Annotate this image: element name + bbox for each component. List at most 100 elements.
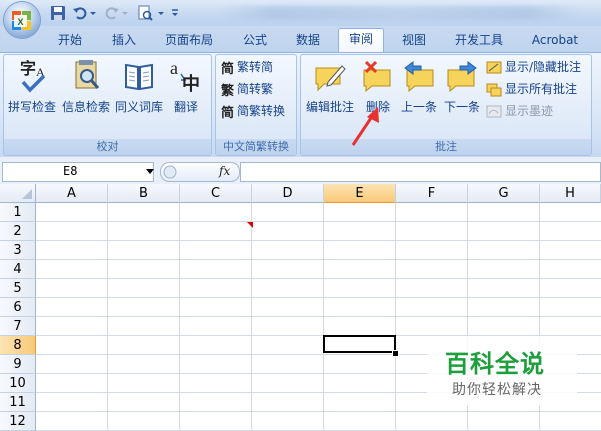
show-ink-button: 显示墨迹 bbox=[486, 102, 553, 120]
svg-text:a: a bbox=[170, 58, 178, 78]
tab-acrobat[interactable]: Acrobat bbox=[525, 30, 585, 52]
simplified-to-traditional-icon: 繁 bbox=[221, 83, 235, 99]
name-box[interactable]: E8 bbox=[2, 162, 154, 182]
tab-developer[interactable]: 开发工具 bbox=[447, 30, 511, 52]
customize-qat-icon[interactable] bbox=[170, 5, 180, 21]
select-all-icon bbox=[22, 189, 32, 199]
chinese-conversion-icon: 简 bbox=[221, 105, 235, 121]
tab-page-layout[interactable]: 页面布局 bbox=[157, 30, 221, 52]
row-header-12[interactable]: 12 bbox=[0, 412, 36, 431]
tab-home[interactable]: 开始 bbox=[50, 30, 90, 52]
tab-insert[interactable]: 插入 bbox=[104, 30, 144, 52]
chevron-down-icon[interactable] bbox=[120, 5, 130, 21]
redo-icon[interactable] bbox=[104, 5, 120, 21]
show-hide-comment-button[interactable]: 显示/隐藏批注 bbox=[486, 58, 581, 76]
row-header-10[interactable]: 10 bbox=[0, 374, 36, 393]
traditional-to-simplified-button[interactable]: 简繁转简 bbox=[221, 58, 273, 77]
gridline-horizontal bbox=[36, 316, 601, 317]
button-label: 同义词库 bbox=[114, 100, 163, 114]
previous-comment-icon bbox=[404, 61, 434, 92]
show-hide-comment-icon bbox=[486, 61, 502, 73]
thesaurus-icon bbox=[125, 63, 153, 91]
show-ink-icon bbox=[486, 105, 502, 117]
watermark-subtitle: 助你轻松解决 bbox=[452, 382, 542, 398]
row-header-7[interactable]: 7 bbox=[0, 317, 36, 336]
row-header-6[interactable]: 6 bbox=[0, 298, 36, 317]
gridline-horizontal bbox=[36, 297, 601, 298]
button-label: 显示/隐藏批注 bbox=[505, 60, 582, 74]
button-label: 翻译 bbox=[173, 100, 198, 114]
column-header-c[interactable]: C bbox=[180, 184, 252, 203]
insert-function-button[interactable]: fx bbox=[219, 164, 230, 178]
chevron-down-icon[interactable] bbox=[88, 5, 98, 21]
next-comment-button[interactable]: 下一条 bbox=[441, 56, 483, 116]
button-label: 上一条 bbox=[400, 100, 437, 114]
gridline-vertical bbox=[107, 203, 108, 431]
traditional-to-simplified-icon: 简 bbox=[221, 61, 235, 77]
window-title-blurred bbox=[220, 6, 580, 20]
comment-indicator[interactable] bbox=[247, 222, 253, 228]
column-header-e[interactable]: E bbox=[324, 184, 396, 203]
active-cell-e8[interactable] bbox=[323, 335, 396, 353]
button-label: 信息检索 bbox=[61, 100, 110, 114]
formula-buttons: fx bbox=[160, 162, 240, 182]
annotation-arrow bbox=[351, 107, 379, 146]
column-header-f[interactable]: F bbox=[396, 184, 468, 203]
next-comment-icon bbox=[447, 61, 477, 92]
print-preview-icon[interactable] bbox=[137, 5, 153, 21]
chevron-down-icon[interactable] bbox=[146, 169, 154, 175]
excel-logo-icon: X bbox=[12, 11, 31, 30]
column-header-a[interactable]: A bbox=[36, 184, 108, 203]
gridline-vertical bbox=[323, 203, 324, 431]
row-header-3[interactable]: 3 bbox=[0, 241, 36, 260]
row-header-5[interactable]: 5 bbox=[0, 279, 36, 298]
fill-handle[interactable] bbox=[392, 350, 399, 357]
row-header-9[interactable]: 9 bbox=[0, 355, 36, 374]
show-all-comments-button[interactable]: 显示所有批注 bbox=[486, 80, 577, 98]
save-icon[interactable] bbox=[50, 5, 66, 21]
button-label: 显示墨迹 bbox=[505, 104, 554, 118]
svg-text:中: 中 bbox=[182, 73, 200, 94]
row-header-1[interactable]: 1 bbox=[0, 203, 36, 222]
tab-data[interactable]: 数据 bbox=[288, 30, 328, 52]
research-icon bbox=[75, 60, 100, 89]
svg-text:X: X bbox=[17, 17, 23, 27]
chevron-down-icon[interactable] bbox=[156, 5, 166, 21]
row-header-2[interactable]: 2 bbox=[0, 222, 36, 241]
gridline-horizontal bbox=[36, 411, 601, 412]
gridline-horizontal bbox=[36, 240, 601, 241]
tab-review[interactable]: 审阅 bbox=[338, 28, 384, 54]
formula-input[interactable] bbox=[240, 162, 601, 182]
row-header-4[interactable]: 4 bbox=[0, 260, 36, 279]
gridline-vertical bbox=[179, 203, 180, 431]
group-title: 中文简繁转换 bbox=[216, 139, 296, 155]
collapse-icon[interactable] bbox=[163, 165, 177, 179]
svg-text:字: 字 bbox=[20, 59, 36, 78]
column-header-b[interactable]: B bbox=[108, 184, 180, 203]
row-header-11[interactable]: 11 bbox=[0, 393, 36, 412]
row-header-8[interactable]: 8 bbox=[0, 336, 36, 355]
spell-check-icon: 字 A bbox=[20, 59, 46, 93]
column-header-h[interactable]: H bbox=[540, 184, 601, 203]
previous-comment-button[interactable]: 上一条 bbox=[398, 56, 440, 116]
spell-check-button[interactable]: 字 A 拼写检查 bbox=[6, 56, 58, 116]
gridline-horizontal bbox=[36, 278, 601, 279]
chinese-conversion-button[interactable]: 简简繁转换 bbox=[221, 102, 285, 121]
column-header-g[interactable]: G bbox=[468, 184, 540, 203]
gridline-horizontal bbox=[36, 221, 601, 222]
name-box-value: E8 bbox=[63, 164, 78, 178]
button-label: 简转繁 bbox=[237, 82, 274, 96]
select-all-button[interactable] bbox=[0, 184, 36, 203]
research-button[interactable]: 信息检索 bbox=[60, 56, 112, 116]
translate-button[interactable]: a 中 翻译 bbox=[165, 56, 207, 116]
button-label: 下一条 bbox=[443, 100, 480, 114]
column-header-d[interactable]: D bbox=[252, 184, 324, 203]
translate-icon: a 中 bbox=[170, 58, 200, 94]
group-title: 校对 bbox=[4, 139, 211, 155]
thesaurus-button[interactable]: 同义词库 bbox=[113, 56, 165, 116]
simplified-to-traditional-button[interactable]: 繁简转繁 bbox=[221, 80, 274, 99]
tab-formulas[interactable]: 公式 bbox=[235, 30, 275, 52]
tab-view[interactable]: 视图 bbox=[394, 30, 434, 52]
undo-icon[interactable] bbox=[72, 5, 88, 21]
gridline-horizontal bbox=[36, 259, 601, 260]
